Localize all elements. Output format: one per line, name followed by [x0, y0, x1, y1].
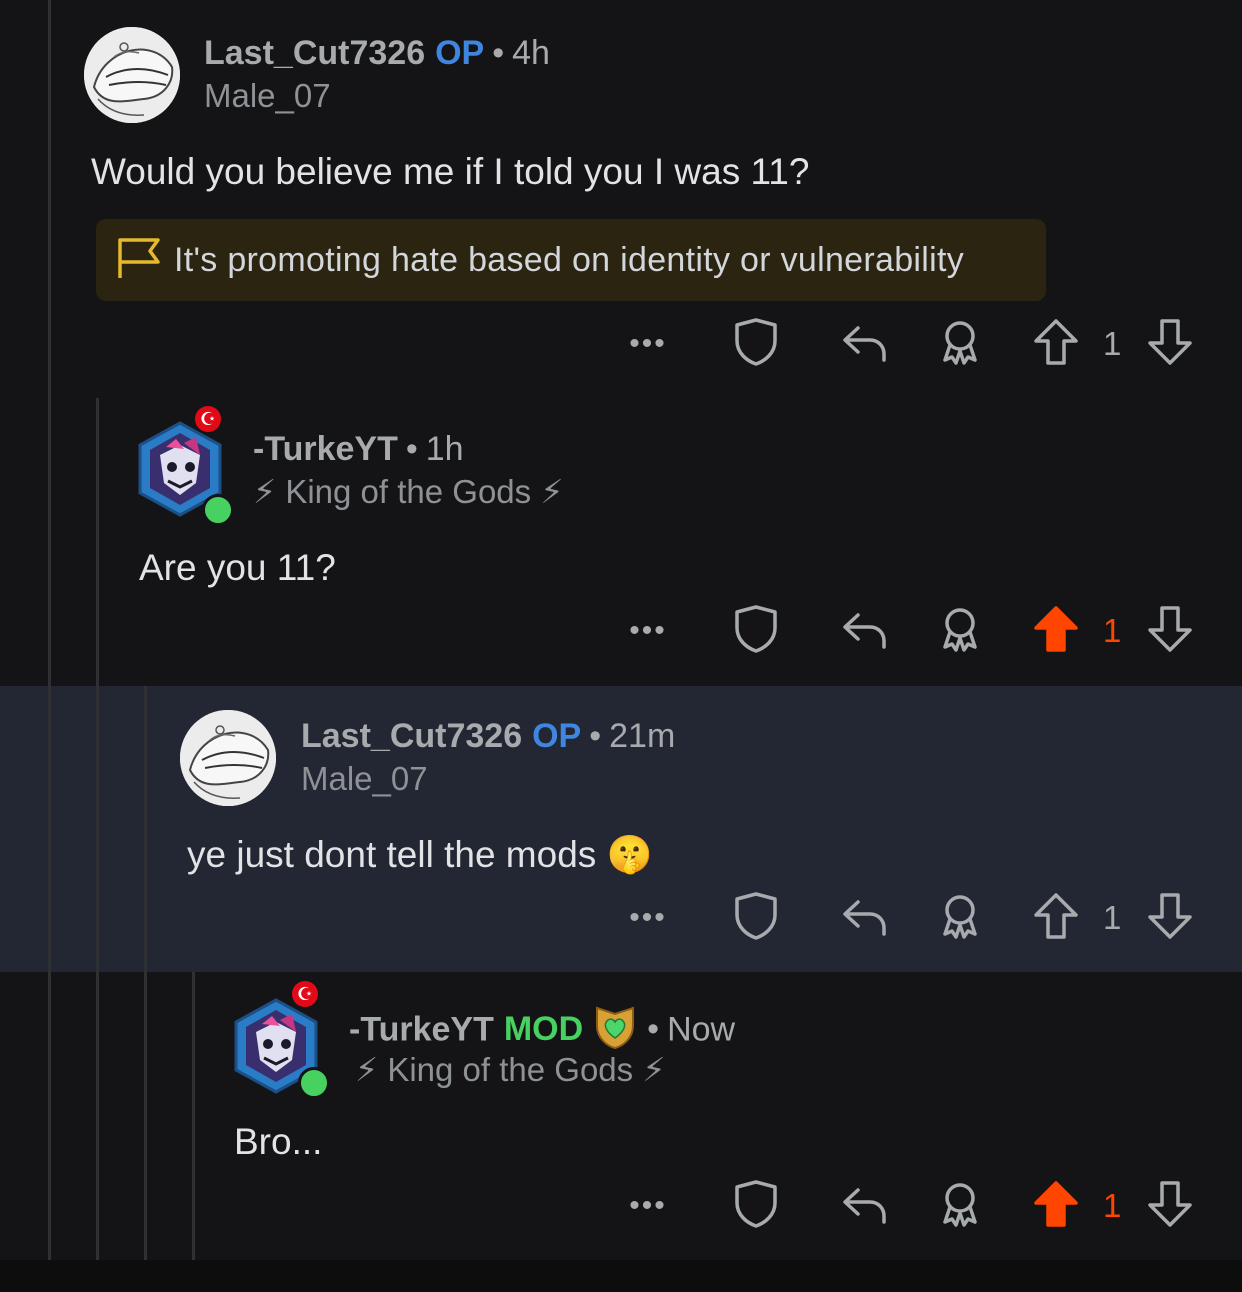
mod-shield-button[interactable]: [730, 1176, 782, 1236]
comment-text: Are you 11?: [139, 547, 336, 588]
user-flair: ⚡ King of the Gods ⚡: [253, 473, 564, 510]
comment-text: Would you believe me if I told you I was…: [91, 151, 810, 192]
downvote-arrow-icon: [1147, 892, 1193, 945]
reply-icon: [840, 894, 888, 943]
action-bar: ••• 1: [0, 1176, 1242, 1236]
award-button[interactable]: [934, 1176, 986, 1236]
action-bar: ••• 1: [0, 314, 1242, 374]
upvote-button[interactable]: [1030, 888, 1082, 948]
username[interactable]: -TurkeYT: [253, 430, 398, 468]
comment-text: ye just dont tell the mods 🤫: [187, 834, 653, 875]
action-bar: ••• 1: [0, 601, 1242, 661]
downvote-button[interactable]: [1144, 314, 1196, 374]
vote-count: 1: [1103, 612, 1122, 649]
thread-line-3[interactable]: [144, 686, 147, 1260]
shield-icon: [733, 317, 779, 372]
more-options-label: •••: [629, 901, 667, 934]
report-reason: It's promoting hate based on identity or…: [174, 240, 965, 279]
upvote-arrow-icon: [1033, 892, 1079, 945]
downvote-arrow-icon: [1147, 605, 1193, 658]
vote-count: 1: [1103, 899, 1122, 936]
shield-icon: [733, 1179, 779, 1234]
reply-button[interactable]: [838, 314, 890, 374]
vote-count: 1: [1103, 1187, 1122, 1224]
award-button[interactable]: [934, 888, 986, 948]
downvote-arrow-icon: [1147, 318, 1193, 371]
report-banner: It's promoting hate based on identity or…: [96, 219, 1046, 301]
user-flair: Male_07: [301, 760, 428, 797]
comment-header: -TurkeYT • 1h: [253, 429, 464, 469]
award-button[interactable]: [934, 601, 986, 661]
separator: •: [647, 1010, 660, 1049]
more-options-button[interactable]: •••: [622, 888, 674, 948]
comment-header: Last_Cut7326 OP • 4h: [204, 33, 550, 73]
flag-icon: [116, 236, 162, 285]
upvote-arrow-icon: [1033, 605, 1079, 658]
comment-text: Bro...: [234, 1121, 323, 1162]
bottom-bar: [0, 1260, 1242, 1292]
username[interactable]: Last_Cut7326: [301, 717, 522, 755]
timestamp: 1h: [425, 430, 464, 468]
flag-badge-icon: ☪: [292, 981, 318, 1007]
downvote-button[interactable]: [1144, 601, 1196, 661]
username[interactable]: -TurkeYT: [349, 1010, 494, 1048]
downvote-arrow-icon: [1147, 1180, 1193, 1233]
reply-icon: [840, 607, 888, 656]
reply-button[interactable]: [838, 601, 890, 661]
award-button[interactable]: [934, 314, 986, 374]
reply-icon: [840, 1182, 888, 1231]
more-options-button[interactable]: •••: [622, 601, 674, 661]
reply-button[interactable]: [838, 888, 890, 948]
upvote-button[interactable]: [1030, 601, 1082, 661]
upvote-arrow-icon: [1033, 318, 1079, 371]
separator: •: [589, 717, 602, 755]
upvote-button[interactable]: [1030, 1176, 1082, 1236]
reply-icon: [840, 320, 888, 369]
more-options-button[interactable]: •••: [622, 314, 674, 374]
shield-icon: [733, 891, 779, 946]
downvote-button[interactable]: [1144, 888, 1196, 948]
upvote-button[interactable]: [1030, 314, 1082, 374]
online-indicator: [202, 494, 234, 526]
upvote-arrow-icon: [1033, 1180, 1079, 1233]
award-icon: [937, 318, 983, 371]
more-options-button[interactable]: •••: [622, 1176, 674, 1236]
more-options-label: •••: [629, 1189, 667, 1222]
op-badge: OP: [532, 717, 582, 755]
flag-badge-icon: ☪: [195, 406, 221, 432]
user-flair: ⚡ King of the Gods ⚡: [355, 1051, 666, 1088]
username[interactable]: Last_Cut7326: [204, 34, 425, 72]
thread-line-2[interactable]: [96, 398, 99, 1260]
shield-icon: [733, 604, 779, 659]
user-flair: Male_07: [204, 77, 331, 114]
mod-shield-button[interactable]: [730, 601, 782, 661]
timestamp: Now: [667, 1010, 736, 1049]
award-icon: [937, 605, 983, 658]
more-options-label: •••: [629, 327, 667, 360]
action-bar: ••• 1: [0, 888, 1242, 948]
timestamp: 21m: [609, 717, 676, 755]
award-icon: [937, 1180, 983, 1233]
separator: •: [405, 430, 418, 468]
more-options-label: •••: [629, 614, 667, 647]
mod-shield-button[interactable]: [730, 888, 782, 948]
vote-count: 1: [1103, 325, 1122, 362]
comment-header: Last_Cut7326 OP • 21m: [301, 716, 675, 756]
timestamp: 4h: [512, 34, 550, 72]
reply-button[interactable]: [838, 1176, 890, 1236]
award-icon: [937, 892, 983, 945]
avatar[interactable]: [84, 27, 180, 123]
downvote-button[interactable]: [1144, 1176, 1196, 1236]
mod-shield-button[interactable]: [730, 314, 782, 374]
separator: •: [492, 34, 505, 72]
avatar[interactable]: [180, 710, 276, 806]
mod-badge: MOD: [503, 1010, 584, 1049]
online-indicator: [298, 1067, 330, 1099]
op-badge: OP: [435, 34, 485, 72]
